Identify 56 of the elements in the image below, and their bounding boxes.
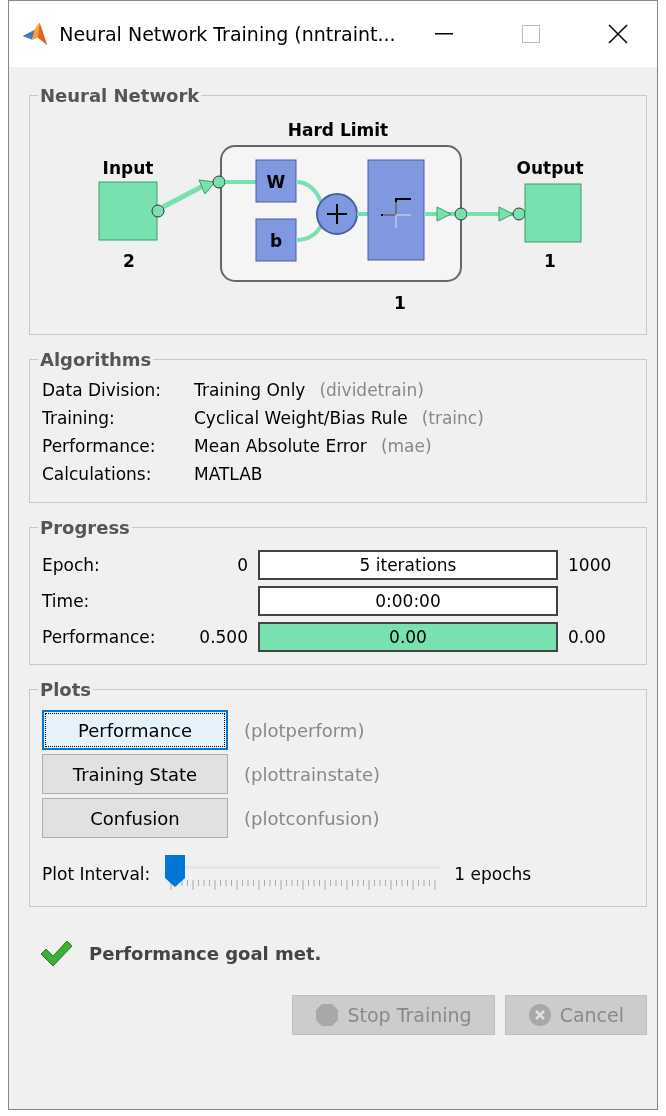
field-label: Performance:: [42, 627, 157, 647]
section-title: Algorithms: [39, 349, 153, 370]
step-function-icon: [367, 159, 425, 261]
function-name: (plottrainstate): [244, 763, 381, 785]
field-label: Time:: [42, 591, 91, 611]
plot-button[interactable]: Training State: [42, 754, 228, 794]
stop-icon: [315, 1003, 340, 1027]
bias-block: [255, 218, 297, 262]
layer-size: 1: [394, 293, 406, 313]
field-label: Epoch:: [42, 555, 101, 575]
range-start: 0.500: [199, 627, 248, 647]
field-value: Training Only: [194, 380, 306, 400]
function-name: (plotconfusion): [244, 807, 380, 829]
field-value: Cyclical Weight/Bias Rule: [194, 408, 408, 428]
cancel-icon: [527, 1003, 552, 1027]
layer-title: Hard Limit: [287, 120, 389, 140]
function-name: (plotperform): [244, 719, 365, 741]
slider-thumb[interactable]: [164, 854, 187, 888]
minimize-icon[interactable]: [435, 33, 454, 35]
input-block: [98, 181, 158, 241]
connector: [294, 180, 323, 242]
field-label: Data Division:: [42, 380, 163, 400]
slider-reading: 1 epochs: [454, 864, 532, 884]
sum-icon: [316, 193, 358, 235]
output-label: Output: [516, 158, 584, 178]
output-size: 1: [544, 251, 556, 271]
window-title: Neural Network Training (nntraint...: [59, 23, 396, 45]
field-label: Training:: [42, 408, 116, 428]
input-label: Input: [102, 158, 154, 178]
function-name: (mae): [380, 436, 432, 456]
range-start: 0: [237, 555, 248, 575]
function-name: (dividetrain): [319, 380, 424, 400]
field-value: Mean Absolute Error: [194, 436, 367, 456]
close-icon[interactable]: [608, 24, 629, 44]
bias-label: b: [269, 231, 283, 251]
input-size: 2: [123, 251, 135, 271]
plot-button[interactable]: Confusion: [42, 798, 228, 838]
app-logo-icon: [21, 20, 50, 48]
progress-reading: 0.00: [388, 626, 428, 649]
section-title: Plots: [39, 679, 93, 700]
function-name: (trainc): [421, 408, 484, 428]
section-title: Neural Network: [39, 85, 201, 106]
field-label: Plot Interval:: [42, 864, 151, 884]
status-message: Performance goal met.: [89, 942, 322, 964]
section-title: Progress: [39, 517, 131, 538]
field-value: MATLAB: [194, 464, 263, 484]
field-label: Calculations:: [42, 464, 153, 484]
plot-button[interactable]: Performance: [42, 710, 228, 750]
connector: [357, 212, 368, 216]
output-block: [524, 183, 582, 243]
field-label: Performance:: [42, 436, 157, 456]
checkmark-icon: [39, 939, 73, 967]
range-end: 0.00: [568, 627, 606, 647]
weight-block: [255, 159, 297, 203]
range-end: 1000: [568, 555, 612, 575]
weight-label: W: [266, 172, 286, 192]
